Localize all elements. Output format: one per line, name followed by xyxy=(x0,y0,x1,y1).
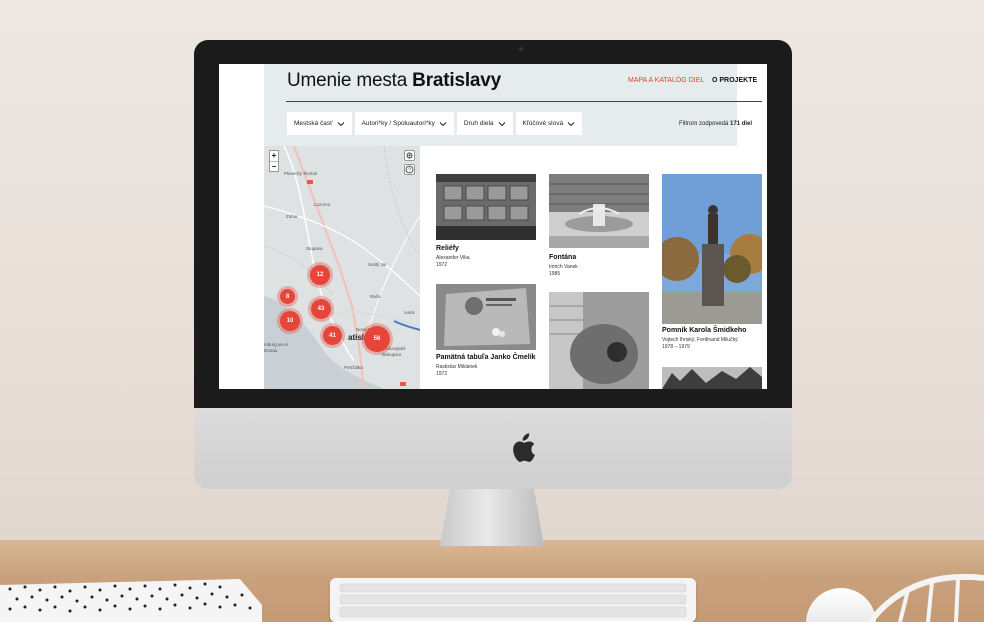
book-decor xyxy=(0,579,262,622)
artwork-title: Pomník Karola Šmidkeho xyxy=(662,327,747,334)
artwork-year: 1978 – 1979 xyxy=(662,344,690,350)
artwork-title: Fontána xyxy=(549,254,577,261)
map-cluster-marker[interactable]: 10 xyxy=(280,311,300,331)
filter-authors[interactable]: Autori*ky / Spoluautori*ky xyxy=(354,112,454,135)
map-cluster-marker[interactable]: 56 xyxy=(364,326,390,352)
chevron-down-icon xyxy=(337,121,344,126)
artwork-author: Alexander Vika xyxy=(436,255,470,261)
map-cluster-marker[interactable]: 12 xyxy=(310,265,330,285)
filter-label: Druh diela xyxy=(463,120,494,127)
zoom-in-button[interactable]: + xyxy=(270,151,278,161)
help-button[interactable]: ? xyxy=(404,164,415,175)
keyboard-keys xyxy=(339,583,687,618)
svg-text:?: ? xyxy=(408,167,411,173)
apple-logo-icon xyxy=(513,433,535,462)
map-cluster-marker[interactable]: 8 xyxy=(280,289,295,304)
screen: Umenie mesta Bratislavy MAPA A KATALÓG D… xyxy=(219,64,767,389)
results-prefix: Filtrom zodpovedá xyxy=(679,121,731,127)
map-place: Zohor xyxy=(286,214,298,219)
camera-dot xyxy=(519,47,523,51)
map-place: Rača xyxy=(370,294,381,299)
filter-bar: Mestská časť Autori*ky / Spoluautori*ky … xyxy=(287,112,583,135)
artwork-thumbnail xyxy=(436,284,536,350)
chair-decor xyxy=(870,574,984,622)
artwork-year: 1972 xyxy=(436,371,448,377)
filter-label: Mestská časť xyxy=(294,120,333,127)
nav-about[interactable]: O PROJEKTE xyxy=(712,77,757,84)
map-place: Petržalka xyxy=(344,365,363,370)
artwork-thumbnail xyxy=(436,174,536,240)
map-place: mburg an er Donau xyxy=(264,342,289,353)
locate-button[interactable] xyxy=(404,150,415,161)
results-number: 171 diel xyxy=(730,121,753,127)
artwork-year: 1972 xyxy=(436,262,448,268)
site-title-regular: Umenie mesta xyxy=(287,70,413,91)
map-place: Ivank xyxy=(404,310,415,315)
artwork-thumbnail xyxy=(549,292,649,389)
filter-work-type[interactable]: Druh diela xyxy=(456,112,513,135)
filter-label: Autori*ky / Spoluautori*ky xyxy=(361,120,435,127)
site-title[interactable]: Umenie mesta Bratislavy xyxy=(287,70,501,92)
map-place: Lozorno xyxy=(314,202,331,207)
site-title-bold: Bratislavy xyxy=(412,70,502,91)
map-place: Svätý Jur xyxy=(368,262,387,267)
artwork-thumbnail xyxy=(662,174,762,324)
chevron-down-icon xyxy=(498,121,505,126)
filter-keywords[interactable]: Kľúčové slová xyxy=(515,112,583,135)
artwork-title: Reliéfy xyxy=(436,245,459,252)
map-cluster-marker[interactable]: 41 xyxy=(323,326,342,345)
artwork-author: Vojtech Ihriský, Ferdinand Milučký xyxy=(662,337,738,343)
map-place: Plavecký Štvrtok xyxy=(284,171,318,176)
filter-label: Kľúčové slová xyxy=(522,120,564,127)
nav-map-catalog[interactable]: MAPA A KATALÓG DIEL xyxy=(628,77,704,84)
zoom-out-button[interactable]: − xyxy=(270,161,278,171)
imac-stand xyxy=(440,486,544,546)
chevron-down-icon xyxy=(439,121,447,126)
map-panel[interactable]: + − ? Plavecký Štvrtok Lozorno Zohor Stu… xyxy=(264,146,420,389)
zoom-control: + − xyxy=(269,150,279,172)
filter-district[interactable]: Mestská časť xyxy=(287,112,352,135)
artwork-thumbnail xyxy=(549,174,649,248)
crosshair-icon xyxy=(406,152,413,159)
map-place: Podunajské Biskupice xyxy=(382,346,406,357)
artwork-author: Rastislav Miklánek xyxy=(436,364,478,370)
artwork-title: Pamätná tabuľa Janko Čmelík xyxy=(436,354,536,361)
map-place: Stupava xyxy=(306,246,323,251)
keyboard xyxy=(330,578,696,622)
map-cluster-marker[interactable]: 43 xyxy=(311,299,331,319)
results-count: Filtrom zodpovedá 171 diel xyxy=(679,121,752,127)
header-divider xyxy=(286,101,762,102)
artwork-year: 1985 xyxy=(549,271,561,277)
imac-chin xyxy=(194,405,792,489)
chevron-down-icon xyxy=(567,121,575,126)
question-icon: ? xyxy=(405,165,414,174)
artwork-thumbnail xyxy=(662,367,762,389)
artwork-author: Imrich Vanek xyxy=(549,264,578,270)
